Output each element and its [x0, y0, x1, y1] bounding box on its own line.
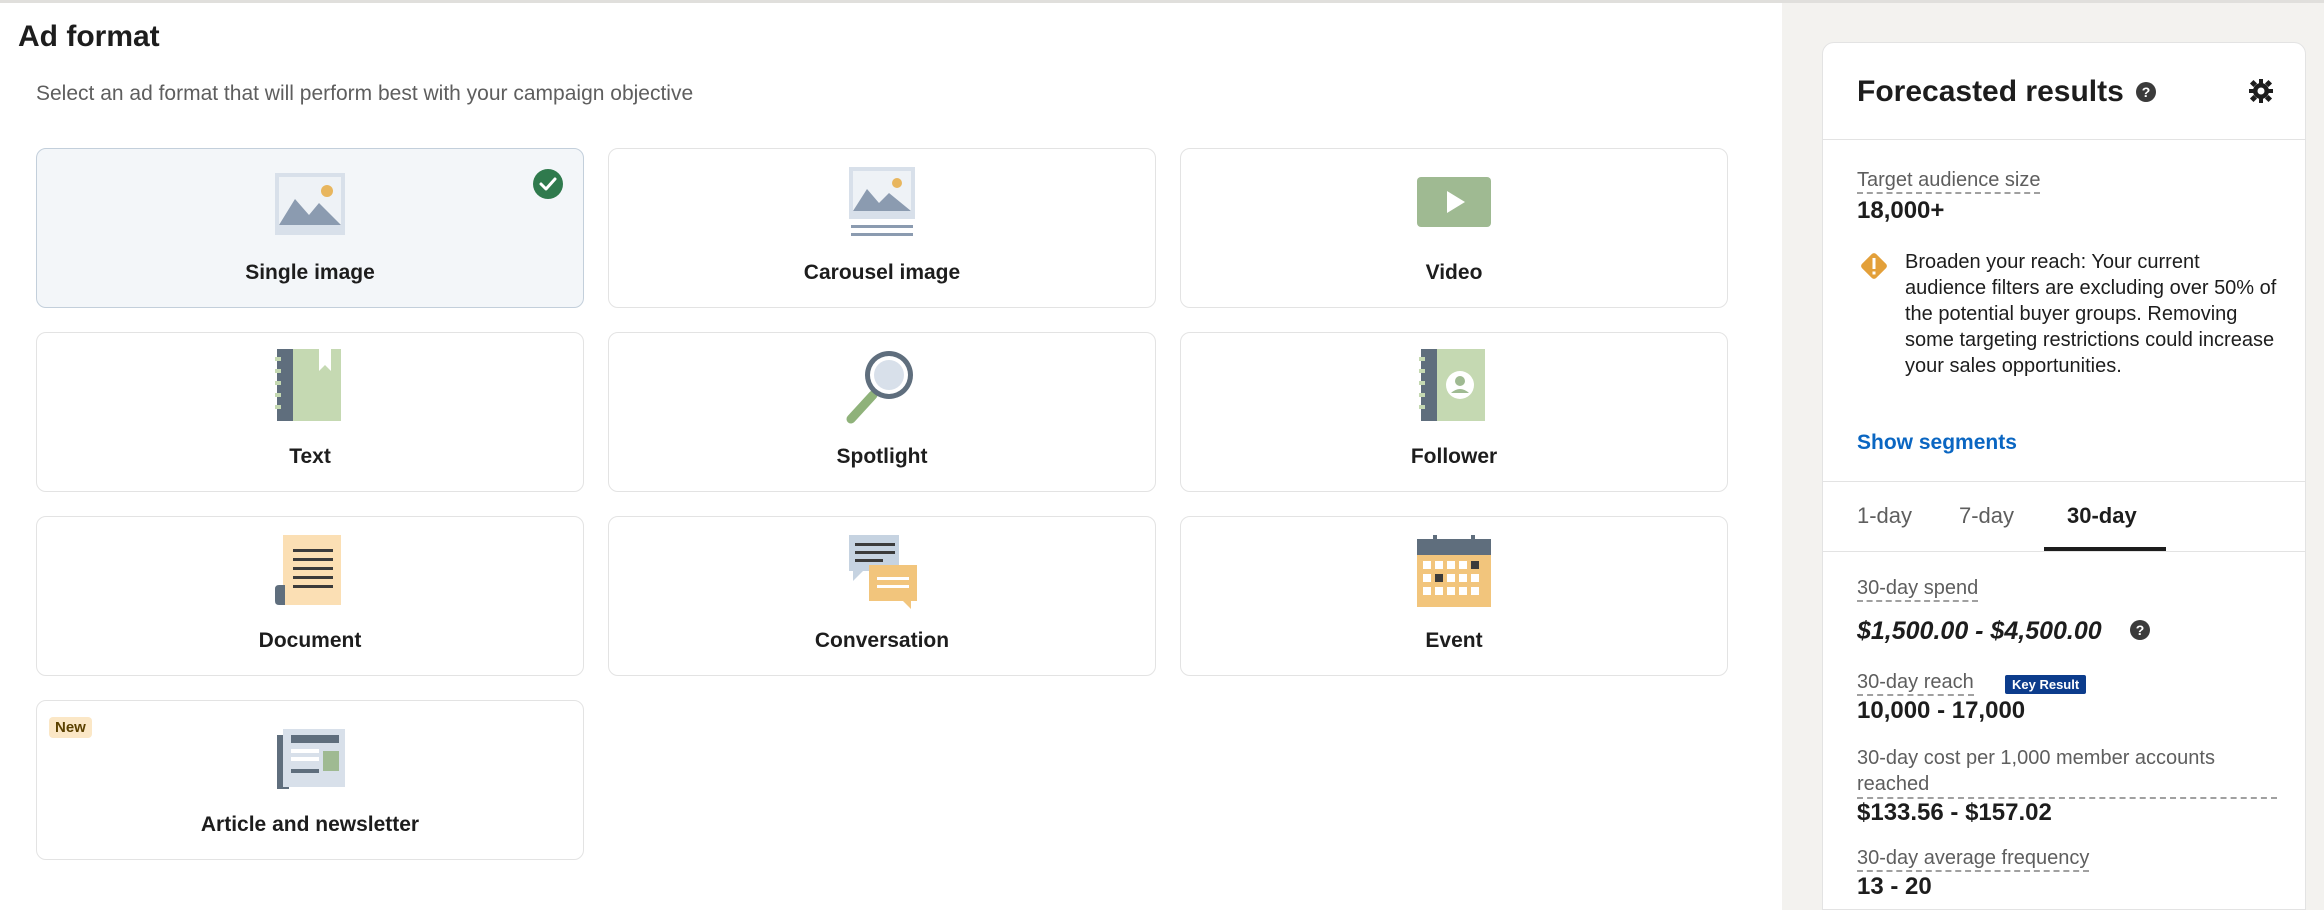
tab-30-day[interactable]: 30-day: [2067, 503, 2137, 529]
format-card-spotlight[interactable]: Spotlight: [608, 332, 1156, 492]
spend-label-text: 30-day spend: [1857, 577, 1979, 602]
tab-1-day[interactable]: 1-day: [1857, 503, 1912, 529]
format-card-carousel-image[interactable]: Carousel image: [608, 148, 1156, 308]
format-label: Text: [289, 445, 331, 468]
format-label: Event: [1425, 629, 1483, 652]
new-badge: New: [49, 717, 92, 738]
text-ad-icon: [275, 349, 341, 421]
frequency-label-text: 30-day average frequency: [1857, 847, 2090, 872]
spend-help-icon[interactable]: ?: [2129, 619, 2151, 641]
ad-format-grid: Single image Carousel image Video Text S…: [36, 148, 1728, 860]
cpm-value: $133.56 - $157.02: [1857, 799, 2052, 826]
spend-label: 30-day spend: [1857, 577, 1979, 602]
format-label: Spotlight: [836, 445, 928, 468]
selected-check-icon: [533, 169, 563, 199]
reach-label-text: 30-day reach: [1857, 671, 1974, 696]
follower-icon: [1419, 349, 1485, 421]
format-card-event[interactable]: Event: [1180, 516, 1728, 676]
frequency-value: 13 - 20: [1857, 873, 1932, 900]
warning-icon: [1861, 253, 1887, 279]
format-card-article-newsletter[interactable]: New Article and newsletter: [36, 700, 584, 860]
help-icon[interactable]: ?: [2135, 81, 2157, 103]
cpm-label-text: 30-day cost per 1,000 member accounts re…: [1857, 745, 2277, 799]
spotlight-icon: [846, 351, 913, 424]
format-label: Article and newsletter: [200, 813, 420, 836]
format-label: Single image: [245, 261, 375, 284]
event-icon: [1417, 535, 1491, 607]
tabs-divider: [1823, 551, 2305, 552]
audience-size-label: Target audience size: [1857, 169, 2041, 194]
spend-value: $1,500.00 - $4,500.00: [1857, 617, 2102, 645]
conversation-icon: [849, 535, 917, 609]
audience-warning-text: Broaden your reach: Your current audienc…: [1905, 251, 2277, 377]
key-result-badge: Key Result: [2005, 675, 2087, 694]
format-card-follower[interactable]: Follower: [1180, 332, 1728, 492]
format-card-single-image[interactable]: Single image: [36, 148, 584, 308]
forecast-panel: Forecasted results ? Target audience siz…: [1822, 42, 2306, 910]
single-image-icon: [275, 173, 345, 235]
document-icon: [275, 535, 341, 605]
page-title: Ad format: [18, 20, 160, 53]
audience-size-label-text: Target audience size: [1857, 169, 2041, 194]
format-card-video[interactable]: Video: [1180, 148, 1728, 308]
tab-7-day[interactable]: 7-day: [1959, 503, 2014, 529]
reach-value: 10,000 - 17,000: [1857, 697, 2026, 724]
format-label: Video: [1425, 261, 1483, 284]
page-subtitle: Select an ad format that will perform be…: [36, 82, 694, 105]
panel-divider: [1823, 139, 2305, 140]
svg-text:?: ?: [2136, 622, 2145, 638]
format-card-document[interactable]: Document: [36, 516, 584, 676]
settings-gear-icon[interactable]: [2247, 77, 2275, 105]
format-card-conversation[interactable]: Conversation: [608, 516, 1156, 676]
format-card-text[interactable]: Text: [36, 332, 584, 492]
reach-label: 30-day reach: [1857, 671, 1974, 696]
panel-divider: [1823, 481, 2305, 482]
cpm-label: 30-day cost per 1,000 member accounts re…: [1857, 745, 2277, 799]
format-label: Follower: [1410, 445, 1498, 468]
show-segments-link[interactable]: Show segments: [1857, 431, 2017, 455]
carousel-image-icon: [849, 167, 915, 236]
forecast-title: Forecasted results: [1857, 75, 2124, 108]
frequency-label: 30-day average frequency: [1857, 847, 2090, 872]
format-label: Document: [258, 629, 362, 652]
format-label: Carousel image: [803, 261, 961, 284]
video-icon: [1417, 177, 1491, 227]
svg-text:?: ?: [2142, 84, 2151, 100]
audience-size-value: 18,000+: [1857, 197, 1945, 224]
article-newsletter-icon: [277, 729, 345, 789]
format-label: Conversation: [814, 629, 950, 652]
